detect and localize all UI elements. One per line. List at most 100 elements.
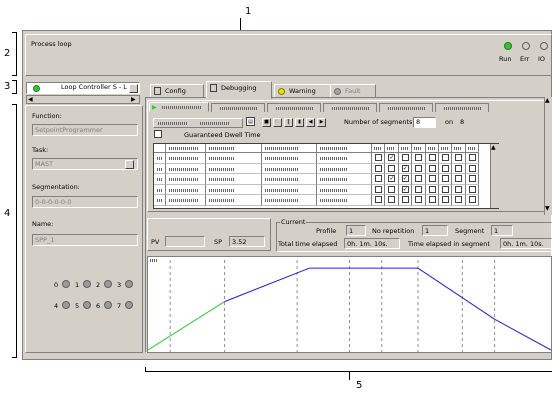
segment-checkbox[interactable] xyxy=(375,185,382,193)
scroll-up-icon[interactable]: ▲ xyxy=(491,144,496,151)
segment-checkbox[interactable] xyxy=(428,185,436,193)
grid-cell[interactable] xyxy=(166,184,206,195)
segment-checkbox[interactable] xyxy=(468,175,476,182)
grid-cell[interactable] xyxy=(206,184,262,195)
segment-checkbox[interactable] xyxy=(468,154,476,161)
selector-dropdown-button[interactable] xyxy=(129,84,138,93)
rewind-button[interactable]: ◀ xyxy=(306,118,315,127)
guaranteed-dwell-checkbox[interactable] xyxy=(154,130,162,138)
profile-tab[interactable] xyxy=(323,103,377,112)
edit-icon[interactable]: ▤ xyxy=(246,117,255,126)
stop-button[interactable]: ■ xyxy=(262,118,271,127)
grid-cell[interactable] xyxy=(262,174,317,185)
profile-tab[interactable] xyxy=(379,103,433,112)
segment-checkbox[interactable] xyxy=(388,185,396,193)
segment-checkbox[interactable] xyxy=(455,185,463,193)
panel-scrollbar[interactable]: ▲ ▼ xyxy=(544,97,552,215)
segment-checkbox[interactable] xyxy=(401,154,409,161)
panel-scroll-up-icon[interactable]: ▲ xyxy=(545,97,550,104)
row-handle[interactable] xyxy=(154,153,166,164)
panel-scroll-down-icon[interactable]: ▼ xyxy=(545,205,550,212)
segment-grid[interactable]: ✓ ✓ ✓ ✓ ✓ xyxy=(154,144,490,208)
grid-cell[interactable] xyxy=(206,163,262,174)
segment-checkbox[interactable] xyxy=(375,196,382,203)
grid-cell[interactable] xyxy=(262,195,317,206)
forward-button[interactable]: ▶ xyxy=(317,118,326,127)
scroll-left-icon[interactable]: ◀ xyxy=(28,96,33,103)
grid-cell[interactable] xyxy=(262,153,317,164)
tab-warning[interactable]: Warning xyxy=(274,84,334,98)
selector-scrollbar[interactable]: ◀ ▶ xyxy=(26,95,140,104)
segment-checkbox[interactable] xyxy=(442,185,449,193)
grid-cell[interactable] xyxy=(166,153,206,164)
segment-checkbox[interactable] xyxy=(375,164,382,172)
segment-checkbox[interactable] xyxy=(375,154,382,161)
segment-checkbox[interactable] xyxy=(415,196,423,203)
grid-cell[interactable] xyxy=(317,163,372,174)
segment-checkbox[interactable] xyxy=(442,154,449,161)
segment-checkbox[interactable] xyxy=(468,164,476,172)
grid-cell[interactable] xyxy=(166,174,206,185)
segment-checkbox[interactable] xyxy=(388,164,396,172)
grid-cell[interactable] xyxy=(317,153,372,164)
segment-checkbox[interactable] xyxy=(428,164,436,172)
grid-cell[interactable] xyxy=(166,195,206,206)
task-dropdown-button[interactable] xyxy=(125,160,134,169)
segment-checkbox[interactable] xyxy=(388,196,396,203)
profile-tabs[interactable]: ▶ xyxy=(149,102,541,112)
row-handle[interactable] xyxy=(154,184,166,195)
segment-checkbox[interactable] xyxy=(428,175,436,182)
grid-cell[interactable] xyxy=(262,163,317,174)
tab-fault[interactable]: Fault xyxy=(330,84,376,98)
segment-checkbox[interactable] xyxy=(455,164,463,172)
segment-checkbox[interactable] xyxy=(415,164,423,172)
segment-checkbox[interactable] xyxy=(401,196,409,203)
segment-checkbox[interactable] xyxy=(428,196,436,203)
segment-checkbox[interactable] xyxy=(375,175,382,182)
grid-cell[interactable] xyxy=(166,163,206,174)
grid-cell[interactable] xyxy=(317,174,372,185)
segment-checkbox[interactable]: ✓ xyxy=(401,164,409,172)
grid-cell[interactable] xyxy=(206,195,262,206)
segment-checkbox[interactable]: ✓ xyxy=(388,154,396,161)
segment-checkbox[interactable] xyxy=(428,154,436,161)
segment-checkbox[interactable] xyxy=(442,196,449,203)
segment-checkbox[interactable] xyxy=(415,185,423,193)
pause-button[interactable]: ‖ xyxy=(284,118,293,127)
segment-checkbox[interactable] xyxy=(455,175,463,182)
profile-tab-active[interactable]: ▶ xyxy=(149,102,209,112)
grid-cell[interactable] xyxy=(206,174,262,185)
segment-checkbox[interactable] xyxy=(455,196,463,203)
row-handle[interactable] xyxy=(154,174,166,185)
row-handle[interactable] xyxy=(154,195,166,206)
segment-checkbox[interactable]: ✓ xyxy=(401,175,409,182)
profile-tab[interactable] xyxy=(435,103,489,112)
tab-config[interactable]: Config xyxy=(150,84,204,98)
segment-checkbox[interactable] xyxy=(468,196,476,203)
grid-cell[interactable] xyxy=(317,184,372,195)
segment-checkbox[interactable] xyxy=(442,175,449,182)
row-handle[interactable] xyxy=(154,163,166,174)
segment-checkbox[interactable] xyxy=(468,185,476,193)
loop-selector[interactable]: Loop Controller S - L xyxy=(26,82,140,94)
segment-checkbox[interactable] xyxy=(455,154,463,161)
segment-checkbox[interactable]: ✓ xyxy=(388,175,396,182)
segment-checkbox[interactable] xyxy=(415,175,423,182)
profile-tab[interactable] xyxy=(211,103,265,112)
scroll-right-icon[interactable]: ▶ xyxy=(131,96,136,103)
segment-table-scrollbar[interactable]: ▲ xyxy=(490,144,499,208)
segment-table[interactable]: ✓ ✓ ✓ ✓ ✓ ▲ xyxy=(153,143,499,209)
segment-checkbox[interactable] xyxy=(415,154,423,161)
grid-checkbox-cell xyxy=(452,195,466,206)
segment-checkbox[interactable]: ✓ xyxy=(401,185,409,193)
profile-tab[interactable] xyxy=(267,103,321,112)
tab-debugging[interactable]: Debugging xyxy=(206,81,272,99)
play-button[interactable]: ▷ xyxy=(273,118,282,127)
grid-cell[interactable] xyxy=(262,184,317,195)
grid-cell[interactable] xyxy=(206,153,262,164)
hold-button[interactable]: ▮ xyxy=(295,118,304,127)
segments-input[interactable]: 8 xyxy=(413,117,436,128)
segment-checkbox[interactable] xyxy=(442,164,449,172)
sub-tabs[interactable] xyxy=(153,118,243,128)
grid-cell[interactable] xyxy=(317,195,372,206)
